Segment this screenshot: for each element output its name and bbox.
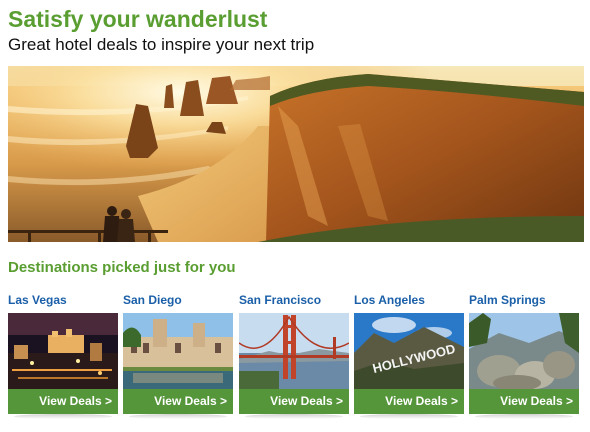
destination-link-los-angeles[interactable]: Los Angeles: [354, 293, 464, 309]
destination-list: Las Vegas View Deals > San Diego View De…: [0, 293, 590, 423]
los-angeles-photo[interactable]: HOLLYWOOD: [354, 313, 464, 389]
hero-banner-image[interactable]: [8, 66, 584, 242]
view-deals-button-san-diego[interactable]: View Deals >: [123, 389, 233, 414]
san-diego-photo[interactable]: [123, 313, 233, 389]
section-title: Destinations picked just for you: [8, 259, 236, 276]
button-shadow: [475, 414, 573, 419]
palm-springs-photo[interactable]: [469, 313, 579, 389]
golden-gate-bridge-image: [239, 313, 349, 389]
destination-link-san-francisco[interactable]: San Francisco: [239, 293, 349, 309]
spanish-architecture-image: [123, 313, 233, 389]
destination-card-las-vegas: Las Vegas View Deals >: [8, 293, 118, 421]
coastal-sunset-photo: [8, 66, 584, 242]
destination-link-san-diego[interactable]: San Diego: [123, 293, 233, 309]
view-deals-button-las-vegas[interactable]: View Deals >: [8, 389, 118, 414]
view-deals-button-san-francisco[interactable]: View Deals >: [239, 389, 349, 414]
headline: Satisfy your wanderlust: [8, 6, 268, 32]
button-shadow: [129, 414, 227, 419]
destination-link-palm-springs[interactable]: Palm Springs: [469, 293, 579, 309]
destination-link-las-vegas[interactable]: Las Vegas: [8, 293, 118, 309]
san-francisco-photo[interactable]: [239, 313, 349, 389]
desert-rocks-image: [469, 313, 579, 389]
view-deals-button-palm-springs[interactable]: View Deals >: [469, 389, 579, 414]
destination-card-palm-springs: Palm Springs View Deals >: [469, 293, 579, 421]
destination-card-san-francisco: San Francisco View Deals >: [239, 293, 349, 421]
button-shadow: [14, 414, 112, 419]
button-shadow: [245, 414, 343, 419]
button-shadow: [360, 414, 458, 419]
night-city-skyline-image: [8, 313, 118, 389]
destination-card-los-angeles: Los Angeles HOLLYWOOD View Deals >: [354, 293, 464, 421]
hollywood-sign-image: HOLLYWOOD: [354, 313, 464, 389]
view-deals-button-los-angeles[interactable]: View Deals >: [354, 389, 464, 414]
subheadline: Great hotel deals to inspire your next t…: [8, 35, 315, 54]
destination-card-san-diego: San Diego View Deals >: [123, 293, 233, 421]
las-vegas-photo[interactable]: [8, 313, 118, 389]
